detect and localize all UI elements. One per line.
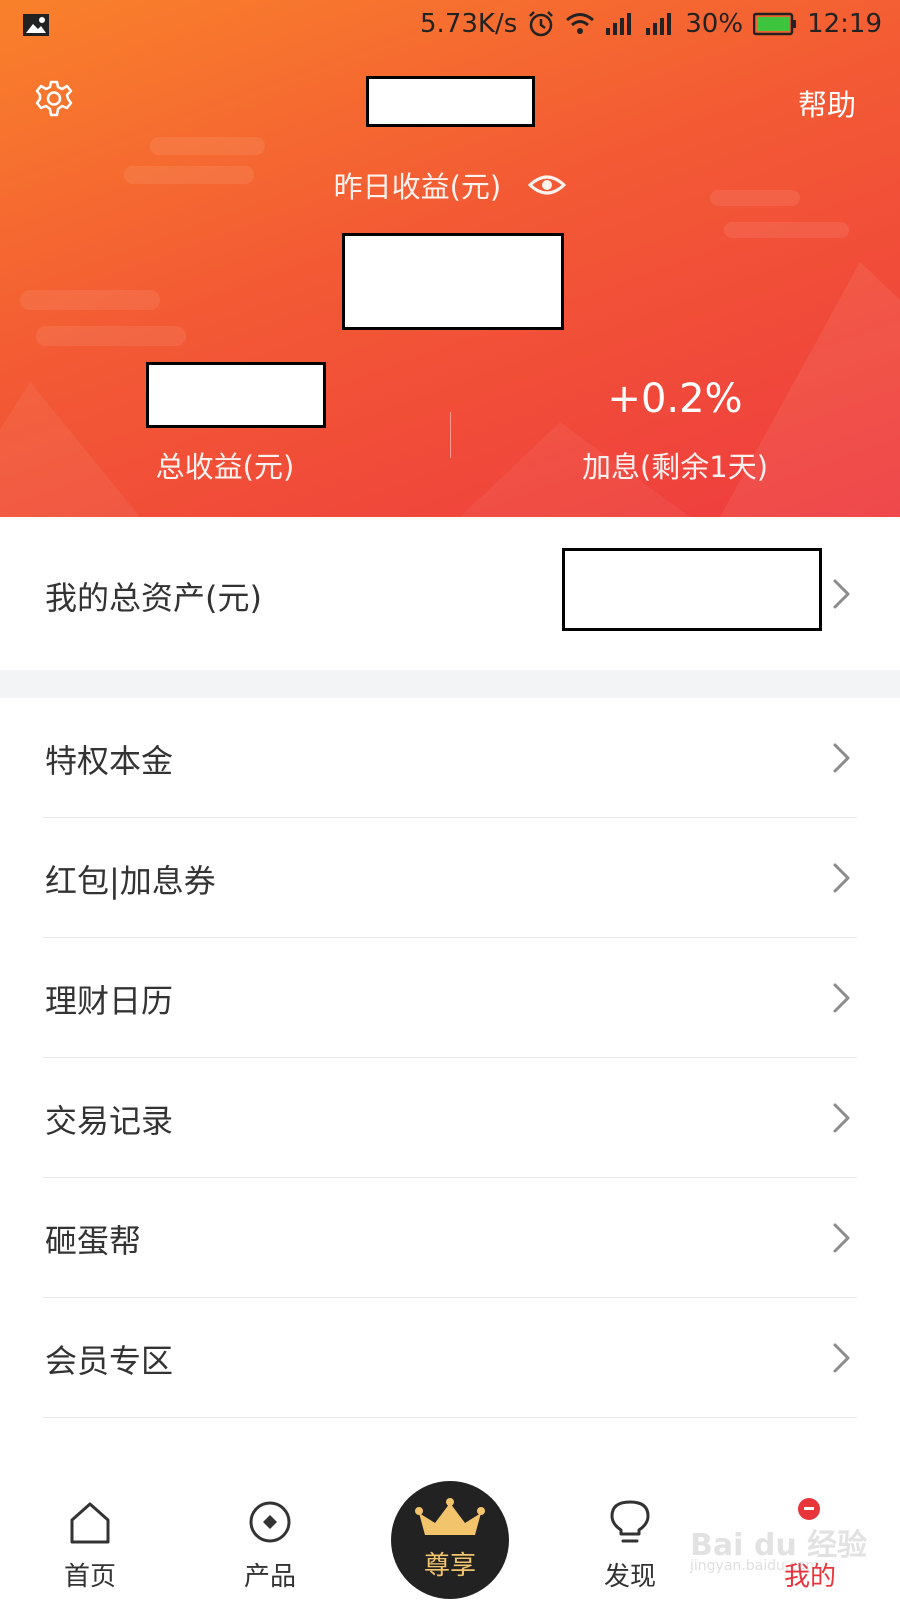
alarm-icon (529, 11, 554, 37)
yesterday-income-text: 昨日收益(元) (333, 170, 502, 204)
bonus-rate-value: +0.2% (607, 376, 743, 422)
signal-icon-2 (646, 13, 672, 35)
wifi-icon (566, 13, 595, 34)
menu-item-transactions[interactable]: 交易记录 (0, 1058, 900, 1178)
chevron-right-icon (833, 1103, 850, 1133)
menu-item-label: 特权本金 (45, 742, 174, 780)
signal-icon (606, 13, 632, 35)
menu-item-finance-calendar[interactable]: 理财日历 (0, 938, 900, 1058)
gallery-notification-icon (23, 14, 49, 36)
menu-item-member-zone[interactable]: 会员专区 (0, 1298, 900, 1418)
lightbulb-icon (610, 1500, 650, 1543)
chevron-right-icon (833, 863, 850, 893)
menu-item-label: 理财日历 (45, 982, 174, 1020)
tab-vip-label: 尊享 (423, 1551, 476, 1581)
tab-home-label: 首页 (63, 1562, 116, 1592)
tab-vip[interactable]: 尊享 (391, 1481, 509, 1599)
tab-products-label: 产品 (243, 1562, 296, 1592)
total-income-value-redacted (146, 362, 326, 428)
menu-item-coupons[interactable]: 红包|加息券 (0, 818, 900, 938)
total-assets-label: 我的总资产(元) (45, 579, 262, 617)
settings-gear-icon[interactable] (34, 79, 74, 119)
products-icon (249, 1501, 291, 1543)
total-income-label: 总收益(元) (155, 450, 295, 484)
row-divider (43, 1417, 857, 1418)
total-assets-value-redacted (562, 548, 822, 631)
menu-item-egg-smash[interactable]: 砸蛋帮 (0, 1178, 900, 1298)
notification-badge (798, 1498, 820, 1520)
chevron-right-icon (833, 983, 850, 1013)
chevron-right-icon (833, 1223, 850, 1253)
eye-icon[interactable] (528, 173, 567, 197)
help-link[interactable]: 帮助 (798, 82, 856, 124)
battery-percent: 30% (685, 9, 744, 39)
menu-list: 特权本金 红包|加息券 理财日历 交易记录 砸蛋帮 会员专区 (0, 698, 900, 1418)
chevron-right-icon (833, 579, 850, 609)
crown-icon (415, 1498, 485, 1535)
yesterday-income-label: 昨日收益(元) (0, 164, 900, 206)
baidu-watermark-url: jingyan.baidu.com (690, 1558, 820, 1574)
yesterday-income-value-redacted (342, 233, 564, 330)
menu-item-label: 砸蛋帮 (45, 1222, 142, 1260)
status-bar: 5.73K/s 30% 12:19 (0, 0, 900, 52)
bonus-label: 加息(剩余1天) (581, 450, 769, 484)
username-redacted (366, 76, 535, 127)
earnings-header: 5.73K/s 30% 12:19 帮助 昨日收益(元) +0.2% 总收益(元… (0, 0, 900, 517)
network-speed: 5.73K/s (420, 9, 518, 39)
menu-item-label: 红包|加息券 (45, 862, 216, 900)
menu-item-label: 会员专区 (45, 1342, 174, 1380)
tab-discover-label: 发现 (603, 1562, 656, 1592)
home-icon (70, 1502, 110, 1544)
total-assets-row[interactable]: 我的总资产(元) (0, 517, 900, 670)
menu-item-privilege-principal[interactable]: 特权本金 (0, 698, 900, 818)
menu-item-label: 交易记录 (45, 1102, 174, 1140)
battery-icon (753, 12, 797, 36)
chevron-right-icon (833, 1343, 850, 1373)
clock: 12:19 (807, 9, 882, 39)
section-divider (0, 670, 900, 698)
chevron-right-icon (833, 743, 850, 773)
